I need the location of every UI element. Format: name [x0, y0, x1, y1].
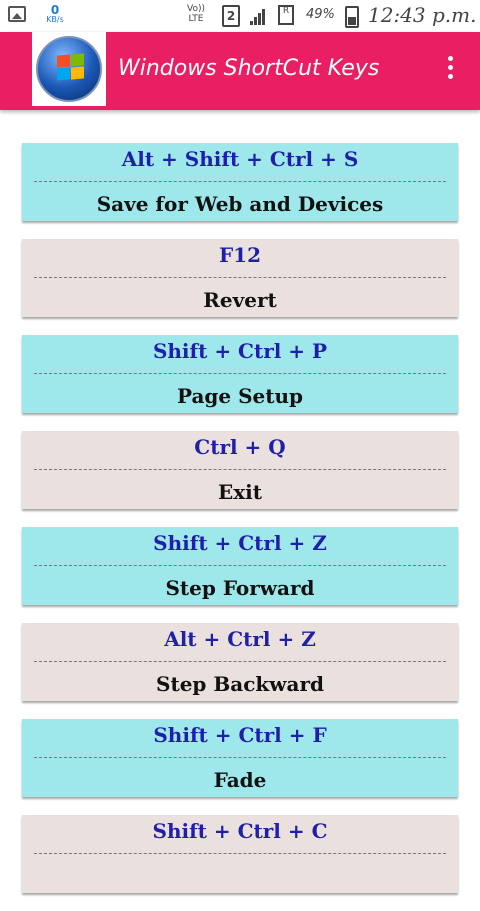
shortcut-action: Step Backward	[156, 672, 324, 696]
status-bar: 0 KB/s Vo)) LTE 2 R 49% 12:43 p.m.	[0, 0, 480, 32]
shortcut-keys: Shift + Ctrl + F	[153, 723, 327, 747]
clock: 12:43 p.m.	[368, 3, 477, 27]
dashed-divider	[34, 661, 446, 662]
shortcut-action: Step Forward	[165, 576, 315, 600]
app-logo	[32, 32, 106, 106]
app-bar: Windows ShortCut Keys	[0, 32, 480, 110]
shortcut-keys: Alt + Ctrl + Z	[164, 627, 316, 651]
dashed-divider	[34, 757, 446, 758]
shortcut-keys: Shift + Ctrl + P	[152, 339, 328, 363]
shortcut-card[interactable]: Alt + Ctrl + Z Step Backward	[22, 623, 458, 701]
shortcut-action: Page Setup	[176, 384, 304, 408]
shortcut-card[interactable]: Shift + Ctrl + F Fade	[22, 719, 458, 797]
volte-label: Vo))	[187, 4, 205, 14]
shortcut-action: Revert	[203, 288, 277, 312]
windows-logo-icon	[36, 36, 102, 102]
roaming-icon: R	[278, 5, 294, 25]
shortcut-list: Alt + Shift + Ctrl + S Save for Web and …	[22, 143, 458, 911]
dashed-divider	[34, 181, 446, 182]
shortcut-card[interactable]: F12 Revert	[22, 239, 458, 317]
shortcut-card[interactable]: Shift + Ctrl + Z Step Forward	[22, 527, 458, 605]
dashed-divider	[34, 277, 446, 278]
dashed-divider	[34, 373, 446, 374]
shortcut-keys: Ctrl + Q	[194, 435, 286, 459]
shortcut-card[interactable]: Shift + Ctrl + C	[22, 815, 458, 893]
shortcut-action: Save for Web and Devices	[96, 192, 384, 216]
app-title: Windows ShortCut Keys	[118, 56, 380, 81]
battery-percent: 49%	[306, 7, 335, 22]
battery-icon	[345, 6, 359, 28]
image-notification-icon	[8, 6, 26, 22]
sim-slot-icon: 2	[222, 5, 240, 27]
shortcut-action: Fade	[213, 768, 267, 792]
lte-label: LTE	[188, 14, 204, 24]
network-speed: 0 KB/s	[40, 4, 70, 24]
shortcut-keys: Alt + Shift + Ctrl + S	[121, 147, 359, 171]
shortcut-keys: Shift + Ctrl + Z	[153, 531, 327, 555]
shortcut-keys: F12	[218, 243, 262, 267]
shortcut-card[interactable]: Shift + Ctrl + P Page Setup	[22, 335, 458, 413]
shortcut-action: Exit	[217, 480, 262, 504]
network-speed-unit: KB/s	[46, 15, 64, 24]
shortcut-card[interactable]: Alt + Shift + Ctrl + S Save for Web and …	[22, 143, 458, 221]
dashed-divider	[34, 469, 446, 470]
dashed-divider	[34, 565, 446, 566]
signal-strength-icon	[250, 6, 266, 25]
shortcut-keys: Shift + Ctrl + C	[152, 819, 328, 843]
shortcut-card[interactable]: Ctrl + Q Exit	[22, 431, 458, 509]
volte-indicator: Vo)) LTE	[187, 4, 205, 24]
overflow-menu-icon[interactable]	[444, 56, 456, 86]
